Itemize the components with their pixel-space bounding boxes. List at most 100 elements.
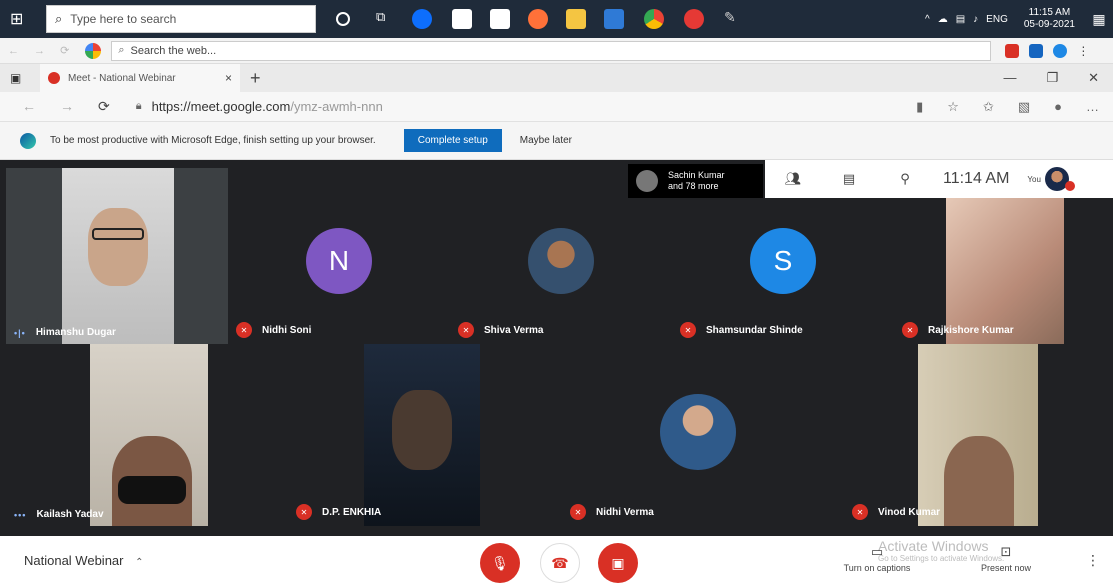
more-options-icon[interactable]: ⋮	[1086, 552, 1100, 569]
toggle-mic-button[interactable]: 🎙︎	[480, 543, 520, 583]
tray-language[interactable]: ENG	[986, 14, 1008, 25]
new-tab-button[interactable]: +	[250, 68, 261, 89]
participant-tile[interactable]: ✕ Nidhi Verma	[562, 344, 844, 526]
edge-setup-infobar: To be most productive with Microsoft Edg…	[0, 122, 1113, 160]
meeting-details[interactable]: National Webinar ⌃	[24, 553, 144, 568]
tab-close-icon[interactable]: ×	[225, 71, 232, 85]
participant-tile[interactable]: ✕ Vinod Kumar	[844, 344, 1113, 526]
back-icon[interactable]: ←	[22, 98, 36, 115]
search-icon: ⌕	[118, 44, 125, 56]
mail-icon[interactable]	[490, 9, 510, 29]
clock-time: 11:15 AM	[1028, 7, 1071, 18]
mic-off-icon: ✕	[680, 322, 696, 338]
camera-off-icon: ▣	[611, 554, 625, 571]
profile-avatar-icon[interactable]: ●	[1054, 99, 1062, 115]
maximize-icon[interactable]: ❐	[1046, 70, 1058, 86]
windows-start-icon[interactable]: ⊞	[10, 9, 30, 29]
reload-icon[interactable]: ⟳	[98, 98, 110, 115]
meet-grid: •|• Himanshu Dugar N ✕ Nidhi Soni ✕ Shiva V…	[0, 160, 1113, 536]
tray-chevron-icon[interactable]: ^	[925, 14, 930, 25]
notification-icon[interactable]: ▦	[1085, 11, 1113, 28]
forward-icon[interactable]: →	[60, 98, 74, 115]
extension-icon[interactable]	[1005, 43, 1020, 58]
outlook-icon[interactable]	[604, 9, 624, 29]
address-bar-icons: ▮ ☆ ✩ ▧ ● …	[916, 99, 1099, 115]
firefox-icon[interactable]	[528, 9, 548, 29]
nav-buttons: ← → ⟳	[22, 98, 110, 115]
tray-cloud-icon[interactable]: ☁	[938, 14, 948, 25]
participant-name: ✕ Rajkishore Kumar	[902, 322, 1014, 338]
tray-volume-icon[interactable]: ♪	[973, 14, 978, 25]
lock-icon[interactable]: 🔒︎	[136, 100, 142, 113]
people-chip[interactable]: Sachin Kumar and 78 more	[628, 164, 763, 198]
menu-icon[interactable]: ⋮	[1077, 44, 1089, 58]
leave-call-button[interactable]: ☎︎	[540, 543, 580, 583]
app-icon[interactable]	[684, 9, 704, 29]
participant-name: ✕ Vinod Kumar	[852, 504, 940, 520]
self-mic-off-badge	[1064, 181, 1075, 191]
facebook-icon[interactable]	[1029, 43, 1044, 58]
participant-avatar	[528, 228, 594, 294]
phone-hangup-icon: ☎︎	[551, 554, 569, 571]
mic-off-icon: ✕	[296, 504, 312, 520]
maybe-later-button[interactable]: Maybe later	[512, 129, 580, 152]
mic-off-icon: ✕	[458, 322, 474, 338]
chrome-icon[interactable]	[644, 9, 664, 29]
present-now-button[interactable]: ⊡ Present now	[966, 544, 1046, 573]
windows-taskbar: ⊞ ⌕ Type here to search ⧉ ✎ ^ ☁ ▤ ♪ ENG …	[0, 0, 1113, 38]
participant-name: ✕ Nidhi Verma	[570, 504, 654, 520]
participant-tile[interactable]: ✕ D.P. ENKHIA	[288, 344, 562, 526]
mic-off-icon: ✕	[902, 322, 918, 338]
participant-tile[interactable]: ••• Kailash Yadav	[6, 344, 288, 526]
url-path: /ymz-awmh-nnn	[290, 99, 383, 114]
close-window-icon[interactable]: ✕	[1088, 70, 1099, 86]
infobar-message: To be most productive with Microsoft Edg…	[50, 135, 376, 146]
url-main: https://meet.google.com	[151, 99, 291, 114]
captions-button[interactable]: ▭ Turn on captions	[832, 544, 922, 573]
people-icon[interactable]: 👥︎	[765, 171, 821, 187]
participant-thumb-icon	[636, 170, 658, 192]
meet-top-bar: Sachin Kumar and 78 more 👥︎ ▤ ⚲ 11:14 AM…	[0, 160, 1113, 198]
tray-network-icon[interactable]: ▤	[956, 14, 965, 25]
participant-video	[364, 344, 480, 526]
collections-icon[interactable]: ▧	[1018, 99, 1030, 115]
minimize-icon[interactable]: —	[1003, 70, 1016, 86]
activities-icon[interactable]: ⚲	[877, 171, 933, 187]
chevron-up-icon: ⌃	[135, 557, 144, 568]
participant-name: •|• Himanshu Dugar	[14, 327, 116, 338]
mic-off-icon: ✕	[852, 504, 868, 520]
cortana-icon[interactable]	[336, 12, 350, 26]
address-bar: ← → ⟳ 🔒︎ https://meet.google.com /ymz-aw…	[0, 92, 1113, 122]
tab-actions-icon[interactable]: ▣	[10, 71, 21, 85]
participant-name: ✕ Nidhi Soni	[236, 322, 311, 338]
participant-name: ✕ D.P. ENKHIA	[296, 504, 381, 520]
taskbar-clock[interactable]: 11:15 AM 05-09-2021	[1024, 7, 1075, 31]
url-field[interactable]: 🔒︎ https://meet.google.com /ymz-awmh-nnn	[136, 99, 876, 114]
store-icon[interactable]	[452, 9, 472, 29]
feather-icon[interactable]: ✎	[724, 9, 744, 29]
mic-off-icon: ✕	[236, 322, 252, 338]
clock-date: 05-09-2021	[1023, 19, 1075, 30]
toggle-camera-button[interactable]: ▣	[598, 543, 638, 583]
task-view-icon[interactable]: ⧉	[376, 9, 396, 29]
taskbar-search-placeholder: Type here to search	[70, 12, 177, 26]
participant-name: ✕ Shiva Verma	[458, 322, 543, 338]
chat-icon[interactable]: ▤	[821, 171, 877, 187]
outer-browser-bar: ← → ⟳ ⌕ Search the web... ⋮	[0, 38, 1113, 64]
profile-icon[interactable]	[1053, 43, 1068, 58]
file-explorer-icon[interactable]	[566, 9, 586, 29]
tab-meet[interactable]: Meet - National Webinar ×	[40, 64, 240, 92]
outer-nav-buttons[interactable]: ← → ⟳	[8, 44, 75, 57]
google-icon[interactable]	[85, 42, 102, 59]
participant-tile[interactable]: ✕ Rajkishore Kumar	[894, 198, 1113, 344]
system-tray: ^ ☁ ▤ ♪ ENG 11:15 AM 05-09-2021 ▦	[925, 0, 1113, 38]
complete-setup-button[interactable]: Complete setup	[403, 129, 502, 152]
outer-search-input[interactable]: ⌕ Search the web...	[111, 40, 992, 61]
outer-toolbar-icons: ⋮	[1005, 43, 1089, 58]
edge-taskbar-icon[interactable]	[412, 9, 432, 29]
camera-permission-icon[interactable]: ▮	[916, 99, 923, 115]
reading-view-icon[interactable]: ☆	[947, 99, 959, 115]
taskbar-search-box[interactable]: ⌕ Type here to search	[46, 5, 316, 33]
favorites-icon[interactable]: ✩	[983, 99, 994, 115]
settings-more-icon[interactable]: …	[1086, 99, 1099, 115]
